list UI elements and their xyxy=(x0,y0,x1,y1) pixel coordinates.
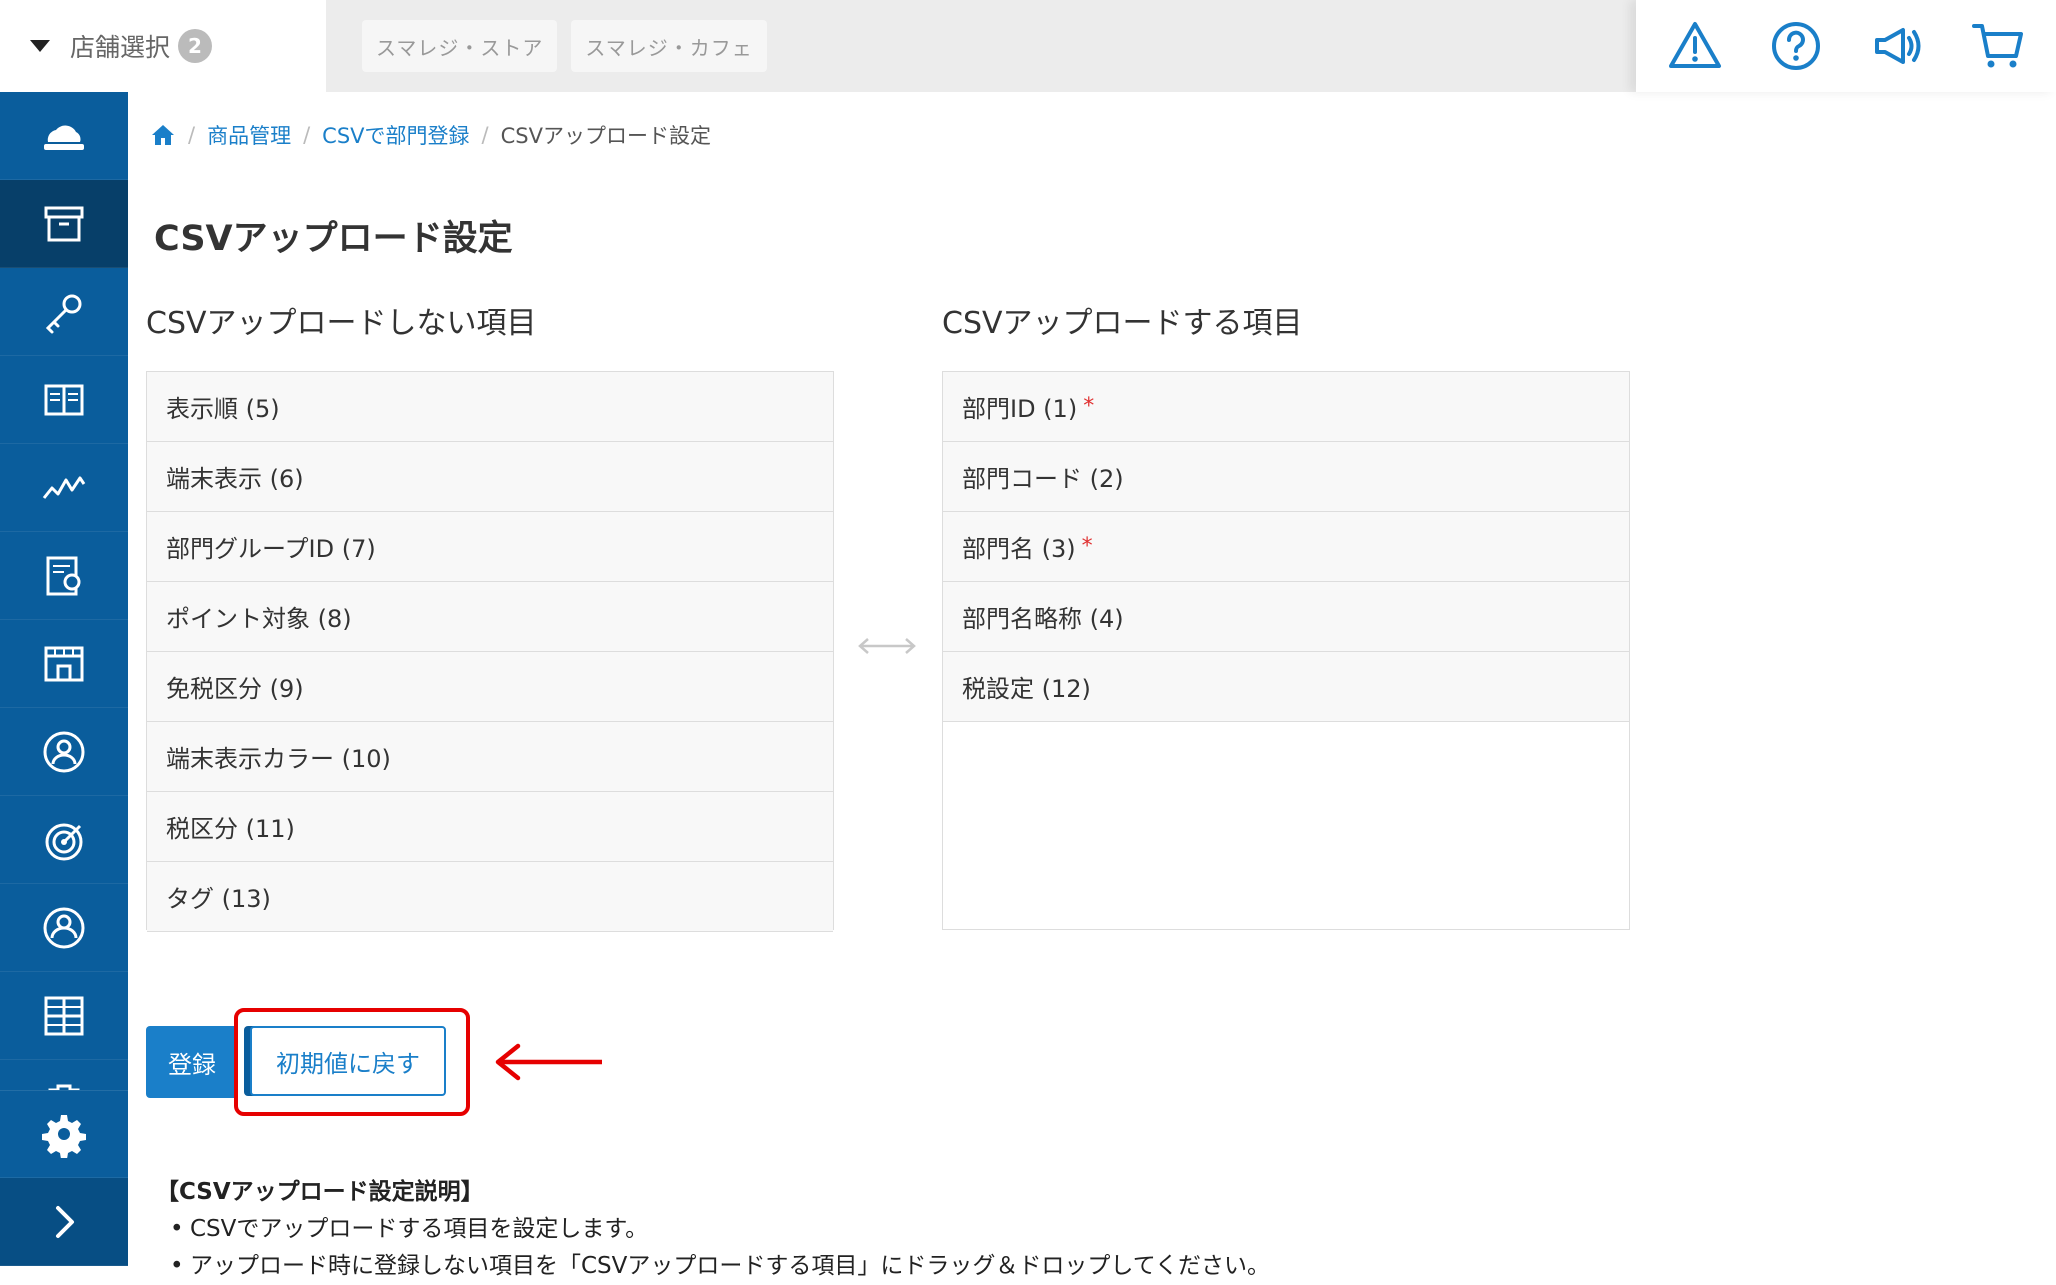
list-item-label: ポイント対象 (8) xyxy=(166,605,352,633)
store-select-label: 店舗選択 xyxy=(70,33,171,62)
breadcrumb-link-csv-department[interactable]: CSVで部門登録 xyxy=(322,120,469,150)
description-list: CSVでアップロードする項目を設定します。 アップロード時に登録しない項目を「C… xyxy=(156,1211,1270,1285)
included-items-list[interactable]: 部門ID (1) * 部門コード (2) 部門名 (3) * 部門名略称 (4) 税… xyxy=(942,371,1630,930)
nav-item-keys[interactable] xyxy=(0,268,128,356)
swap-arrows-icon xyxy=(858,638,916,654)
help-icon[interactable] xyxy=(1768,18,1824,74)
list-item[interactable]: タグ (13) xyxy=(147,862,833,932)
list-item-label: タグ (13) xyxy=(166,885,271,913)
list-item-label: 部門ID (1) xyxy=(962,395,1078,423)
submit-button[interactable]: 登録 xyxy=(146,1026,238,1098)
nav-item-apps[interactable] xyxy=(0,972,128,1060)
side-navigation-footer xyxy=(0,1090,128,1266)
side-navigation xyxy=(0,92,128,1266)
list-item[interactable]: 端末表示 (6) xyxy=(147,442,833,512)
megaphone-icon[interactable] xyxy=(1869,18,1925,74)
target-icon xyxy=(45,823,83,860)
analytics-chart-icon xyxy=(42,476,86,499)
breadcrumb-link-product-management[interactable]: 商品管理 xyxy=(207,120,291,150)
breadcrumb: / 商品管理 / CSVで部門登録 / CSVアップロード設定 xyxy=(150,120,711,150)
list-item-label: 部門名 (3) xyxy=(962,535,1076,563)
list-item[interactable]: 税区分 (11) xyxy=(147,792,833,862)
list-item[interactable]: 税設定 (12) xyxy=(943,652,1629,722)
store-tab[interactable]: スマレジ・ストア xyxy=(362,20,558,72)
list-item[interactable]: 端末表示カラー (10) xyxy=(147,722,833,792)
list-item-label: 免税区分 (9) xyxy=(166,675,304,703)
expand-chevron-icon xyxy=(56,1205,74,1238)
cloud-register-icon xyxy=(44,125,84,150)
list-item[interactable]: 部門グループID (7) xyxy=(147,512,833,582)
included-column-title: CSVアップロードする項目 xyxy=(942,306,1303,341)
product-box-icon xyxy=(44,206,84,241)
nav-item-analytics[interactable] xyxy=(0,444,128,532)
list-item[interactable]: 部門名略称 (4) xyxy=(943,582,1629,652)
nav-item-settings[interactable] xyxy=(0,1090,128,1178)
breadcrumb-separator: / xyxy=(481,123,489,147)
list-item[interactable]: 部門名 (3) * xyxy=(943,512,1629,582)
customer-icon xyxy=(43,907,85,948)
warning-icon[interactable] xyxy=(1667,18,1723,74)
list-item[interactable]: 表示順 (5) xyxy=(147,372,833,442)
list-item[interactable]: 免税区分 (9) xyxy=(147,652,833,722)
list-item-label: 部門グループID (7) xyxy=(166,535,376,563)
list-item[interactable]: ポイント対象 (8) xyxy=(147,582,833,652)
store-count-badge: 2 xyxy=(178,29,213,63)
excluded-column-title: CSVアップロードしない項目 xyxy=(146,306,537,341)
page-title: CSVアップロード設定 xyxy=(154,219,513,259)
store-icon xyxy=(44,646,84,681)
top-icon-group xyxy=(1636,0,2056,92)
list-item-label: 表示順 (5) xyxy=(166,395,280,423)
list-item-label: 端末表示カラー (10) xyxy=(166,745,391,773)
cart-icon[interactable] xyxy=(1970,18,2026,74)
nav-item-reports[interactable] xyxy=(0,532,128,620)
breadcrumb-separator: / xyxy=(188,123,196,147)
description-section: 【CSVアップロード設定説明】 CSVでアップロードする項目を設定します。 アッ… xyxy=(156,1174,1270,1285)
nav-item-stores[interactable] xyxy=(0,620,128,708)
ledger-book-icon xyxy=(44,384,84,415)
home-icon[interactable] xyxy=(150,122,176,148)
list-item-label: 税区分 (11) xyxy=(166,815,295,843)
nav-item-customers[interactable] xyxy=(0,884,128,972)
description-heading: 【CSVアップロード設定説明】 xyxy=(156,1179,484,1205)
store-tabs: スマレジ・ストア スマレジ・カフェ xyxy=(326,0,1636,92)
breadcrumb-current: CSVアップロード設定 xyxy=(500,124,711,148)
store-tab[interactable]: スマレジ・カフェ xyxy=(571,20,767,72)
required-marker: * xyxy=(1081,534,1093,559)
list-item-label: 端末表示 (6) xyxy=(166,465,304,493)
caret-down-icon xyxy=(30,40,50,52)
description-bullet: アップロード時に登録しない項目を「CSVアップロードする項目」にドラッグ＆ドロッ… xyxy=(156,1248,1270,1285)
highlight-annotation-box xyxy=(234,1008,470,1116)
store-select-dropdown[interactable]: 店舗選択 2 xyxy=(0,0,326,92)
nav-item-ledger[interactable] xyxy=(0,356,128,444)
staff-icon xyxy=(43,731,85,772)
list-item-label: 税設定 (12) xyxy=(962,675,1091,703)
list-item[interactable]: 部門コード (2) xyxy=(943,442,1629,512)
description-bullet: CSVでアップロードする項目を設定します。 xyxy=(156,1211,1270,1248)
apps-grid-icon xyxy=(44,996,84,1035)
list-item-label: 部門名略称 (4) xyxy=(962,605,1124,633)
required-marker: * xyxy=(1083,394,1095,419)
breadcrumb-separator: / xyxy=(303,123,311,147)
report-icon xyxy=(46,556,81,595)
list-item[interactable]: 部門ID (1) * xyxy=(943,372,1629,442)
top-bar: 店舗選択 2 スマレジ・ストア スマレジ・カフェ xyxy=(0,0,2056,92)
pointer-arrow-icon xyxy=(495,1043,602,1081)
gear-icon xyxy=(42,1115,86,1158)
nav-item-staff[interactable] xyxy=(0,708,128,796)
nav-expand-button[interactable] xyxy=(0,1178,128,1266)
nav-item-register[interactable] xyxy=(0,92,128,180)
nav-item-products[interactable] xyxy=(0,180,128,268)
nav-item-targets[interactable] xyxy=(0,796,128,884)
excluded-items-list[interactable]: 表示順 (5) 端末表示 (6) 部門グループID (7) ポイント対象 (8)… xyxy=(146,371,834,932)
list-item-label: 部門コード (2) xyxy=(962,465,1124,493)
key-icon xyxy=(45,294,82,333)
